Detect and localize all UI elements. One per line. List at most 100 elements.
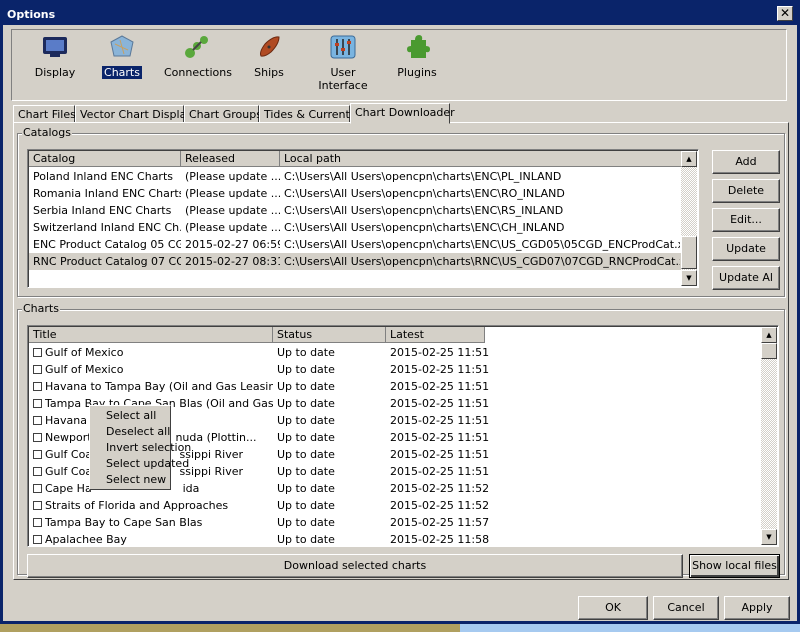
apply-button[interactable]: Apply	[724, 596, 790, 620]
chart-row[interactable]: Gulf of Mexico Up to date 2015-02-25 11:51	[29, 344, 761, 361]
chart-checkbox[interactable]	[33, 535, 42, 544]
chart-cell-latest: 2015-02-25 11:58	[390, 533, 490, 546]
scroll-thumb[interactable]	[681, 236, 697, 269]
context-menu-item[interactable]: Deselect all	[90, 424, 170, 440]
delete-button[interactable]: Delete	[712, 179, 780, 203]
chart-checkbox[interactable]	[33, 484, 42, 493]
catalog-cell-path: C:\Users\All Users\opencpn\charts\ENC\US…	[284, 238, 680, 251]
chart-cell-status: Up to date	[277, 414, 335, 427]
chart-row[interactable]: Apalachee Bay Up to date 2015-02-25 11:58	[29, 531, 761, 546]
chart-title: Straits of Florida and Approaches	[45, 499, 229, 512]
close-icon: ✕	[779, 6, 791, 20]
toolbar-label-line1: User	[330, 66, 356, 79]
chart-checkbox[interactable]	[33, 518, 42, 527]
chart-row[interactable]: Havana to Tampa Bay (Oil and Gas Leasin.…	[29, 378, 761, 395]
scroll-up-button[interactable]: ▲	[761, 327, 777, 343]
toolbar-charts[interactable]: Charts	[87, 34, 157, 79]
chart-title: Gulf of Mexico	[45, 363, 124, 376]
toolbar-ships[interactable]: Ships	[234, 34, 304, 79]
close-button[interactable]: ✕	[777, 6, 793, 21]
chart-cell-title: Apalachee Bay	[29, 531, 273, 546]
charts-scrollbar[interactable]: ▲ ▼	[761, 327, 777, 545]
catalog-row[interactable]: ENC Product Catalog 05 CGD 2015-02-27 06:…	[29, 236, 681, 253]
show-local-files-button[interactable]: Show local files	[689, 554, 780, 578]
chart-cell-latest: 2015-02-25 11:52	[390, 499, 490, 512]
catalog-row[interactable]: RNC Product Catalog 07 CGD 2015-02-27 08:…	[29, 253, 681, 270]
context-menu-item[interactable]: Select new	[90, 472, 170, 488]
tab-chart-groups[interactable]: Chart Groups	[184, 105, 262, 123]
catalog-cell-path: C:\Users\All Users\opencpn\charts\RNC\US…	[284, 255, 680, 268]
toolbar-label: Ships	[254, 66, 284, 79]
scroll-down-button[interactable]: ▼	[681, 270, 697, 286]
scroll-down-button[interactable]: ▼	[761, 529, 777, 545]
catalog-cell-released: 2015-02-27 08:31	[185, 255, 280, 268]
catalogs-group: Catalogs Catalog Released Local path Pol…	[17, 126, 785, 297]
charts-icon	[108, 34, 136, 60]
update-button[interactable]: Update	[712, 237, 780, 261]
column-header-latest[interactable]: Latest	[386, 327, 485, 343]
catalog-row[interactable]: Serbia Inland ENC Charts (Please update .…	[29, 202, 681, 219]
download-selected-charts-button[interactable]: Download selected charts	[27, 554, 683, 578]
catalog-row[interactable]: Romania Inland ENC Charts (Please update …	[29, 185, 681, 202]
column-header-title[interactable]: Title	[29, 327, 273, 343]
column-header-status[interactable]: Status	[273, 327, 386, 343]
chart-checkbox[interactable]	[33, 433, 42, 442]
catalog-cell-released: 2015-02-27 06:59	[185, 238, 280, 251]
column-header-catalog[interactable]: Catalog	[29, 151, 181, 167]
catalog-row[interactable]: Poland Inland ENC Charts (Please update .…	[29, 168, 681, 185]
catalog-cell-catalog: RNC Product Catalog 07 CGD	[33, 255, 181, 268]
chart-checkbox[interactable]	[33, 348, 42, 357]
add-button[interactable]: Add	[712, 150, 780, 174]
toolbar-display[interactable]: Display	[20, 34, 90, 79]
chart-checkbox[interactable]	[33, 467, 42, 476]
chart-row[interactable]: Straits of Florida and Approaches Up to d…	[29, 497, 761, 514]
tab-vector-chart-display[interactable]: Vector Chart Display	[75, 105, 193, 123]
ok-button[interactable]: OK	[578, 596, 648, 620]
chart-title: Havana to Tampa Bay (Oil and Gas Leasin.…	[45, 380, 273, 393]
chart-cell-status: Up to date	[277, 465, 335, 478]
scroll-up-button[interactable]: ▲	[681, 151, 697, 167]
chart-checkbox[interactable]	[33, 416, 42, 425]
tab-chart-downloader[interactable]: Chart Downloader	[350, 103, 455, 124]
toolbar-label: Plugins	[397, 66, 437, 79]
chart-cell-latest: 2015-02-25 11:51	[390, 448, 490, 461]
catalog-row[interactable]: Switzerland Inland ENC Ch... (Please upda…	[29, 219, 681, 236]
edit-button[interactable]: Edit...	[712, 208, 780, 232]
catalog-cell-catalog: Switzerland Inland ENC Ch...	[33, 221, 181, 234]
ship-icon	[255, 34, 283, 60]
column-header-local-path[interactable]: Local path	[280, 151, 682, 167]
scroll-thumb[interactable]	[761, 343, 777, 359]
toolbar-label: User Interface	[316, 66, 369, 92]
chart-checkbox[interactable]	[33, 399, 42, 408]
chart-checkbox[interactable]	[33, 365, 42, 374]
chart-checkbox[interactable]	[33, 450, 42, 459]
toolbar-connections[interactable]: Connections	[162, 34, 232, 79]
column-header-released[interactable]: Released	[181, 151, 280, 167]
chart-cell-status: Up to date	[277, 346, 335, 359]
toolbar-plugins[interactable]: Plugins	[382, 34, 452, 79]
context-menu-item[interactable]: Select updated	[90, 456, 189, 472]
chart-checkbox[interactable]	[33, 501, 42, 510]
chart-row[interactable]: Tampa Bay to Cape San Blas Up to date 2015…	[29, 514, 761, 531]
desktop-background	[0, 624, 460, 632]
connections-icon	[183, 34, 211, 60]
toolbar-label: Display	[34, 66, 76, 79]
context-menu-item[interactable]: Invert selection	[90, 440, 191, 456]
toolbar-user-interface[interactable]: User Interface	[308, 34, 378, 92]
catalog-cell-released: (Please update ...	[185, 187, 280, 200]
chart-checkbox[interactable]	[33, 382, 42, 391]
catalogs-list[interactable]: Catalog Released Local path Poland Inlan…	[27, 149, 699, 288]
context-menu-item[interactable]: Select all	[90, 408, 170, 424]
toolbar-label-line2: Interface	[318, 79, 368, 92]
catalog-cell-catalog: Serbia Inland ENC Charts	[33, 204, 172, 217]
cancel-button[interactable]: Cancel	[653, 596, 719, 620]
chart-cell-latest: 2015-02-25 11:51	[390, 380, 490, 393]
update-all-button[interactable]: Update Al	[712, 266, 780, 290]
catalogs-scrollbar[interactable]: ▲ ▼	[681, 151, 697, 286]
tab-tides-currents[interactable]: Tides & Currents	[259, 105, 356, 123]
chart-row[interactable]: Gulf of Mexico Up to date 2015-02-25 11:51	[29, 361, 761, 378]
catalogs-header: Catalog Released Local path	[29, 151, 682, 167]
tab-chart-files[interactable]: Chart Files	[13, 105, 76, 123]
catalog-cell-catalog: Romania Inland ENC Charts	[33, 187, 181, 200]
category-toolbar: Display Charts Connections Ships User Int…	[11, 29, 787, 101]
